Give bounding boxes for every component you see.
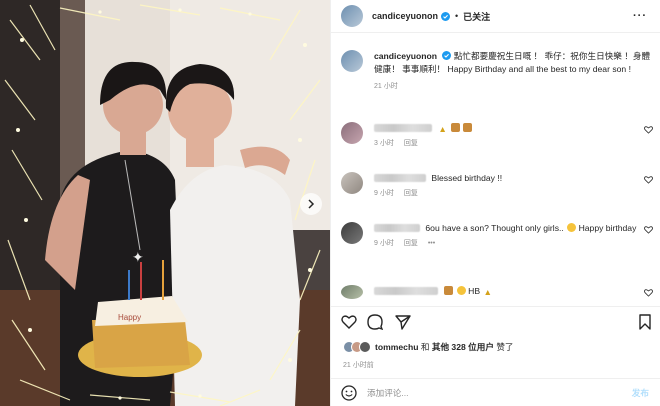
blurred-username [374,224,420,232]
separator: • [455,11,459,21]
svg-text:✦: ✦ [132,249,144,265]
avatar[interactable] [359,341,371,353]
comment-timestamp: 9 小时 [374,190,394,197]
avatar[interactable] [341,122,363,144]
comment-timestamp: 9 小时 [374,240,394,247]
post-caption: candiceyuonon 點忙都要慶祝生日嘅 ！ 乖仔：祝你生日快樂 ！身體健… [341,50,655,93]
post-photo: ✦ Happy [0,0,330,406]
heart-icon[interactable] [644,225,653,234]
smile-emoji-icon [567,223,577,232]
comment-item: Blessed birthday !! 9 小时 回复 [341,172,655,200]
chevron-right-icon [308,199,315,209]
comment-text: Blessed birthday !! [431,173,503,183]
add-comment-bar: 添加评论... 发布 [331,378,660,406]
avatar[interactable] [341,5,363,27]
comment-text-2: HB [468,286,481,296]
avatar[interactable] [341,285,363,299]
cake-icon [444,286,454,295]
post-comment-button[interactable]: 发布 [632,387,649,399]
blurred-username [374,287,438,295]
comment-item: ▲ 3 小时 回复 [341,122,655,150]
reply-button[interactable]: 回复 [404,240,418,247]
avatar[interactable] [341,222,363,244]
comment-input[interactable]: 添加评论... [367,387,632,399]
heart-icon[interactable] [644,125,653,134]
avatar[interactable] [341,172,363,194]
blurred-username [374,174,426,182]
like-icon[interactable] [341,314,357,330]
liker-username[interactable]: tommechu [375,342,418,352]
party-popper-icon: ▲ [483,287,493,297]
comment-icon[interactable] [367,314,383,330]
party-popper-icon: ▲ [438,124,447,134]
username[interactable]: candiceyuonon [372,11,438,21]
save-icon[interactable] [637,314,653,330]
comment-item: HB ▲ [341,285,655,299]
verified-badge-icon [441,11,451,21]
next-photo-button[interactable] [300,193,322,215]
avatar[interactable] [341,50,363,72]
heart-icon[interactable] [644,175,653,184]
emoji-icon[interactable] [341,384,357,401]
comment-text: 6ou have a son? Thought only girls.. [425,223,564,233]
svg-text:Happy: Happy [118,313,141,322]
heart-icon[interactable] [644,288,653,297]
post-details-panel: candiceyuonon • 已关注 ··· candiceyuonon 點忙… [330,0,660,406]
comment-item: 6ou have a son? Thought only girls.. Hap… [341,222,655,250]
share-icon[interactable] [395,314,411,330]
heart-eyes-icon [456,286,466,295]
follow-status-button[interactable]: 已关注 [463,10,490,23]
cake-icon [450,123,460,132]
more-horizontal-icon[interactable]: ··· [633,10,647,22]
likes-suffix: 赞了 [496,342,514,352]
caption-username[interactable]: candiceyuonon [374,51,437,61]
cake-icon [463,123,473,132]
blurred-username [374,124,432,132]
likes-summary: tommechu 和 其他 328 位用户 赞了 [343,341,514,353]
likes-count[interactable]: 其他 328 位用户 [432,342,494,352]
post-actions-bar [331,306,660,336]
reply-button[interactable]: 回复 [404,190,418,197]
caption-timestamp: 21 小时 [374,83,398,90]
reply-button[interactable]: 回复 [404,140,418,147]
birthday-photo-illustration: ✦ Happy [0,0,330,406]
post-header: candiceyuonon • 已关注 ··· [331,0,660,33]
verified-badge-icon [442,51,452,60]
comment-timestamp: 3 小时 [374,140,394,147]
post-date: 21 小时前 [343,362,374,369]
comment-text-2: Happy birthday [578,223,637,233]
comment-more-button[interactable]: ••• [428,240,435,247]
likes-joiner: 和 [420,342,430,352]
